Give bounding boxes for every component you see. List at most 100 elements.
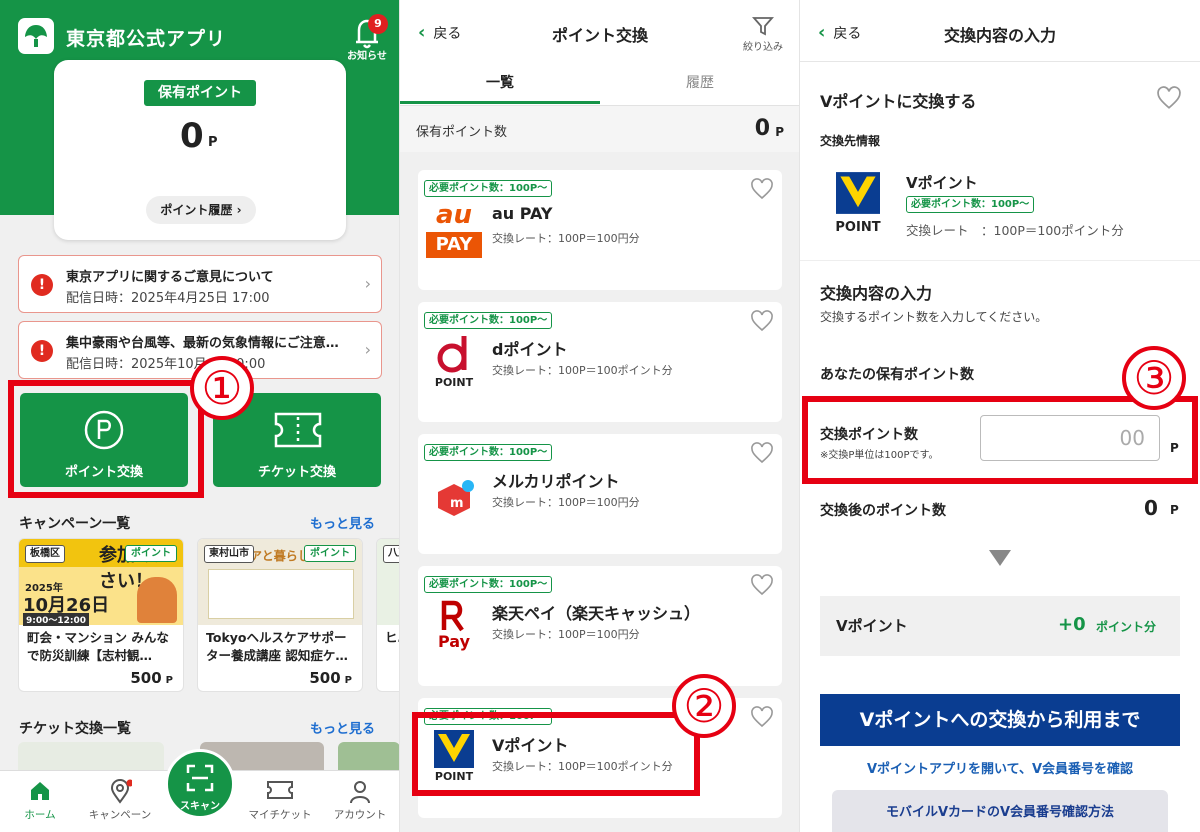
page-title: 交換内容の入力 (943, 26, 1056, 45)
campaign-title: 町会・マンション みんなで防災訓練【志村観… (27, 630, 169, 663)
home-screen: 東京都公式アプリ 9 お知らせ 保有ポイント 0 P ポイント履歴 › ! 東京… (0, 0, 400, 832)
exchange-item[interactable]: 必要ポイント数：100P〜 au PAY au PAY 交換レート：100P＝1… (418, 170, 782, 290)
held-points-unit: P (775, 125, 784, 139)
nav-account[interactable]: アカウント (320, 779, 400, 822)
callout-box (8, 380, 204, 498)
nav-account-label: アカウント (333, 809, 387, 821)
tab-indicator (400, 101, 600, 104)
exchange-heading: Vポイントに交換する (820, 92, 977, 111)
campaign-area-tag: 板橋区 (25, 545, 65, 563)
campaign-points: 500 P (309, 669, 352, 687)
svg-text:m: m (450, 496, 464, 511)
callout-number: ③ (1122, 346, 1186, 410)
input-header: ‹ 戻る 交換内容の入力 (800, 0, 1200, 62)
message-title: 東京アプリに関するご意見について (66, 270, 274, 285)
after-points-unit: P (1170, 503, 1179, 517)
au-pay-logo: au PAY (426, 202, 482, 258)
required-points-tag: 必要ポイント数：100P〜 (424, 444, 553, 461)
app-title: 東京都公式アプリ (66, 28, 227, 50)
point-exchange-screen: ‹ 戻る ポイント交換 絞り込み 一覧 履歴 保有ポイント数 0 P 必要ポイント… (400, 0, 800, 832)
d-point-logo: POINT (426, 334, 482, 390)
after-points-value: 0 (1144, 496, 1158, 520)
chevron-right-icon: › (364, 274, 371, 293)
callout-box (802, 396, 1198, 484)
section-title: 交換内容の入力 (820, 284, 933, 303)
ticket-heading: チケット交換一覧 (19, 721, 131, 737)
heart-icon[interactable] (750, 178, 774, 200)
exchange-item-name: au PAY (492, 204, 553, 223)
chevron-right-icon: › (236, 203, 242, 217)
destination-label: 交換先情報 (820, 134, 881, 148)
exchange-item-rate: 交換レート：100P＝100円分 (492, 496, 640, 509)
divider (800, 260, 1200, 261)
nav-campaign[interactable]: キャンペーン (80, 779, 160, 822)
heart-icon[interactable] (750, 310, 774, 332)
campaign-card[interactable]: ケアと暮らしの工夫 東村山市 ポイント Tokyoヘルスケアサポーター養成講座 … (197, 538, 363, 692)
heart-icon[interactable] (750, 706, 774, 728)
tab-list[interactable]: 一覧 (400, 72, 600, 92)
filter-label: 絞り込み (743, 42, 783, 53)
filter-button[interactable]: 絞り込み (738, 16, 788, 53)
ticket-exchange-label: チケット交換 (257, 465, 336, 480)
your-points-label: あなたの保有ポイント数 (820, 367, 974, 383)
exchange-item[interactable]: 必要ポイント数：100P〜 POINT dポイント 交換レート：100P＝100… (418, 302, 782, 422)
campaign-area-tag: 八王 (383, 545, 400, 563)
after-points-label: 交換後のポイント数 (820, 503, 946, 519)
campaign-more-link[interactable]: もっと見る (310, 513, 375, 532)
account-icon (350, 781, 370, 804)
destination-name: Vポイント (906, 174, 978, 192)
mobile-v-card-button[interactable]: モバイルVカードのV会員番号確認方法 (832, 790, 1168, 832)
tab-bar: 一覧 履歴 (400, 60, 800, 106)
campaign-point-tag: ポイント (125, 545, 177, 562)
exchange-header: ‹ 戻る ポイント交換 絞り込み (400, 0, 800, 60)
arrow-down-icon (989, 550, 1011, 566)
exchange-input-screen: ‹ 戻る 交換内容の入力 Vポイントに交換する 交換先情報 POINT Vポイント… (800, 0, 1200, 832)
campaign-point-tag: ポイント (304, 545, 356, 562)
scan-label: スキャン (180, 801, 220, 812)
exchange-item-name: メルカリポイント (492, 472, 620, 491)
required-points-tag: 必要ポイント数：100P〜 (906, 196, 1035, 213)
alert-icon: ! (31, 274, 53, 296)
point-history-label: ポイント履歴 (160, 203, 233, 217)
notice-label[interactable]: お知らせ (344, 47, 390, 62)
v-point-suffix: ポイント分 (1096, 620, 1157, 634)
campaign-points: 500 P (130, 669, 173, 687)
v-point-result: Vポイント +0 ポイント分 (820, 596, 1180, 656)
exchange-item-name: dポイント (492, 340, 568, 359)
exchange-item[interactable]: 必要ポイント数：100P〜 Pay 楽天ペイ（楽天キャッシュ） 交換レート：10… (418, 566, 782, 686)
message-title: 集中豪雨や台風等、最新の気象情報にご注意… (66, 336, 339, 351)
v-point-guide-banner[interactable]: Vポイントへの交換から利用まで (820, 694, 1180, 746)
alert-icon: ! (31, 340, 53, 362)
heart-icon[interactable] (750, 442, 774, 464)
ticket-more-link[interactable]: もっと見る (310, 718, 375, 737)
callout-box (412, 712, 700, 796)
exchange-item[interactable]: 必要ポイント数：100P〜 m メルカリポイント 交換レート：100P＝100円… (418, 434, 782, 554)
heart-icon[interactable] (1156, 86, 1182, 110)
points-label: 保有ポイント (144, 80, 256, 106)
ticket-icon (274, 412, 322, 448)
required-points-tag: 必要ポイント数：100P〜 (424, 180, 553, 197)
held-points-label: 保有ポイント数 (416, 125, 508, 140)
tab-history[interactable]: 履歴 (600, 72, 800, 92)
points-value: 0 (180, 116, 204, 156)
held-points-value: 0 (754, 116, 770, 141)
v-point-value: +0 (1058, 614, 1086, 635)
v-point-label: Vポイント (836, 617, 908, 635)
scan-button[interactable]: スキャン (165, 749, 235, 819)
campaign-heading: キャンペーン一覧 (19, 516, 131, 532)
required-points-tag: 必要ポイント数：100P〜 (424, 312, 553, 329)
held-points-row: 保有ポイント数 0 P (400, 106, 800, 152)
v-point-app-link[interactable]: Vポイントアプリを開いて、V会員番号を確認 (800, 758, 1200, 777)
nav-campaign-label: キャンペーン (88, 809, 152, 821)
message-item[interactable]: ! 東京アプリに関するご意見について 配信日時：2025年4月25日 17:00… (18, 255, 382, 313)
nav-home[interactable]: ホーム (0, 779, 80, 822)
point-history-button[interactable]: ポイント履歴 › (146, 196, 256, 224)
points-unit: P (208, 135, 218, 150)
nav-my-ticket[interactable]: マイチケット (240, 779, 320, 822)
campaign-card[interactable]: 八王 ヒ… ス… (376, 538, 400, 692)
callout-number: ① (190, 356, 254, 420)
heart-icon[interactable] (750, 574, 774, 596)
chevron-right-icon: › (364, 340, 371, 359)
message-date: 配信日時：2025年4月25日 17:00 (66, 291, 270, 306)
campaign-card[interactable]: 参加ください！ 2025年 10月26日 9:00〜12:00 板橋区 ポイント… (18, 538, 184, 692)
